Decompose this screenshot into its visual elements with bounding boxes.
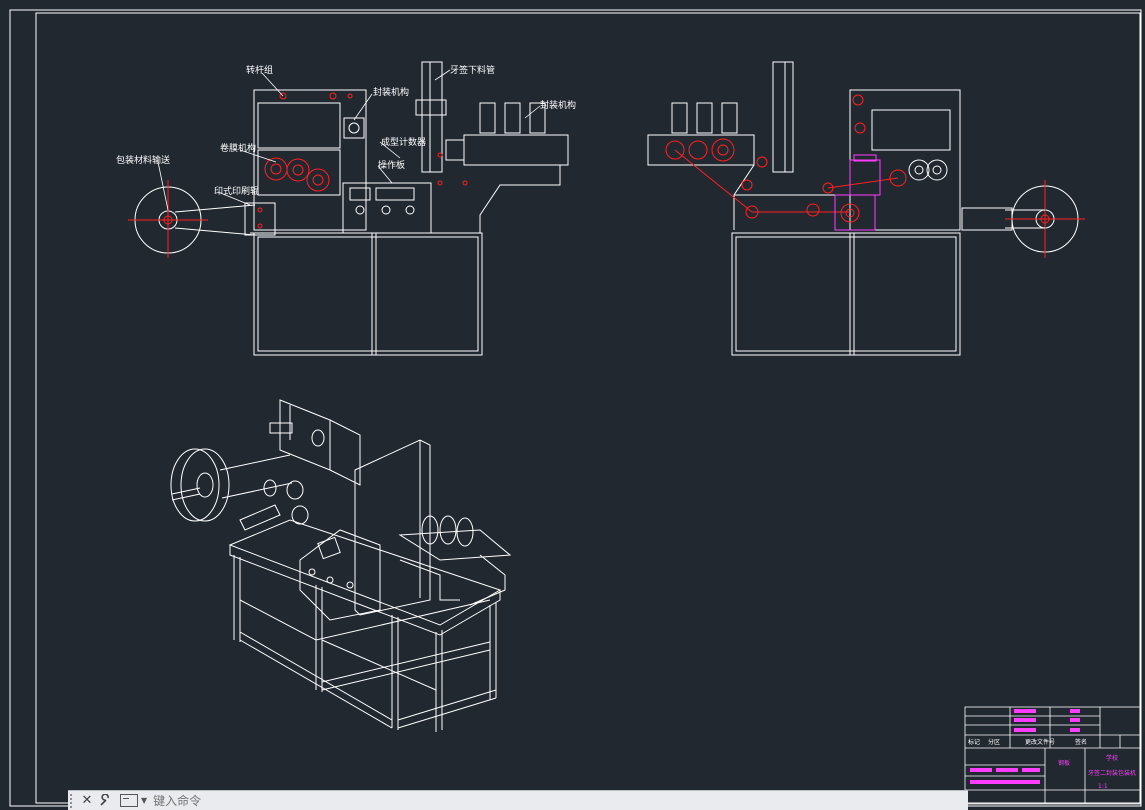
tb-h3: 更改文件号 (1025, 738, 1055, 746)
drawing-canvas[interactable]: 转杆组 封装机构 牙签下料管 封装机构 包装材料输送 卷膜机构 成型计数器 操作… (0, 0, 1145, 809)
wrench-icon[interactable] (96, 792, 114, 810)
label-h: 操作板 (378, 159, 405, 171)
grip-handle[interactable] (70, 793, 78, 808)
tb-school: 学校 (1106, 754, 1118, 762)
label-c: 牙签下料管 (450, 64, 495, 76)
tb-material: 钢板 (1058, 759, 1070, 767)
tb-h2: 分区 (988, 738, 1000, 746)
command-history-icon[interactable] (120, 794, 138, 807)
tb-h4: 签名 (1075, 738, 1087, 746)
label-g: 成型计数器 (381, 136, 426, 148)
tb-scale: 1:1 (1098, 783, 1108, 790)
tb-drawing-title: 牙签二封装包装机 (1088, 769, 1136, 777)
label-d: 封装机构 (540, 99, 576, 111)
tb-h1: 标记 (968, 738, 980, 746)
label-a: 转杆组 (246, 64, 273, 76)
chevron-down-icon[interactable]: ▼ (141, 796, 147, 805)
command-bar: ✕ ▼ (68, 790, 968, 810)
label-f: 卷膜机构 (220, 142, 256, 154)
wrench-icon-glyph (99, 794, 109, 806)
label-i: 印式印刷辊 (214, 185, 259, 197)
label-b: 封装机构 (373, 86, 409, 98)
close-icon[interactable]: ✕ (78, 792, 96, 810)
label-e: 包装材料输送 (116, 154, 170, 166)
command-input[interactable] (153, 793, 754, 808)
